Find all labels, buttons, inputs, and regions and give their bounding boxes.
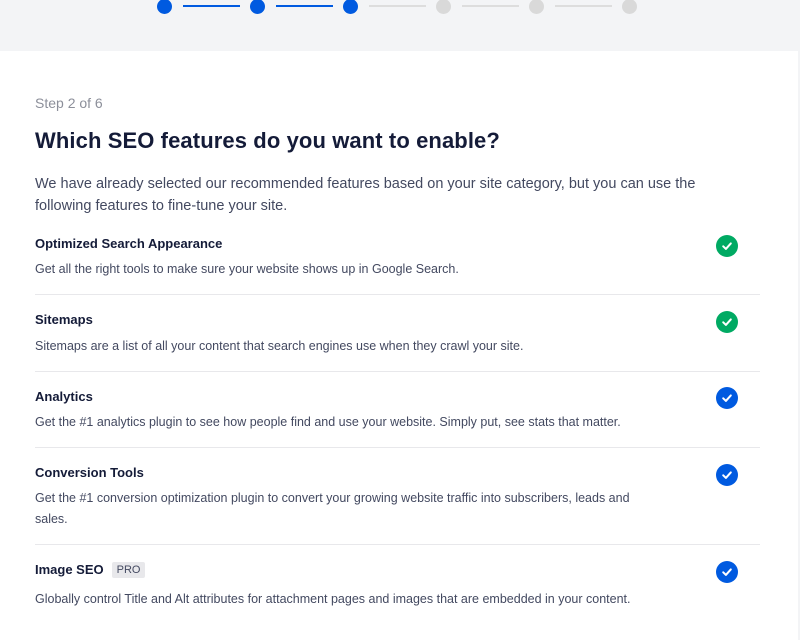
feature-description: Get all the right tools to make sure you… <box>35 262 459 276</box>
feature-description: Get the #1 conversion optimization plugi… <box>35 491 630 526</box>
feature-name: Sitemaps <box>35 312 93 327</box>
divider <box>35 447 760 448</box>
feature-conversion-tools[interactable]: Conversion Tools Get the #1 conversion o… <box>35 464 760 544</box>
feature-optimized-search-appearance[interactable]: Optimized Search Appearance Get all the … <box>35 235 760 295</box>
pro-badge: PRO <box>111 562 146 578</box>
page-description: We have already selected our recommended… <box>35 176 696 214</box>
divider <box>35 371 760 372</box>
divider <box>35 544 760 545</box>
feature-name-text: Image SEO <box>35 562 104 577</box>
feature-name: Optimized Search Appearance <box>35 236 223 251</box>
feature-description: Get the #1 analytics plugin to see how p… <box>35 415 621 429</box>
divider <box>35 294 760 295</box>
feature-sitemaps[interactable]: Sitemaps Sitemaps are a list of all your… <box>35 311 760 371</box>
step-6-dot <box>622 0 637 14</box>
step-connector-2 <box>276 5 333 7</box>
checkmark-icon[interactable] <box>716 464 738 486</box>
step-3-dot <box>343 0 358 14</box>
step-4-dot <box>436 0 451 14</box>
step-label: Step 2 of 6 <box>35 95 103 111</box>
checkmark-icon[interactable] <box>716 235 738 257</box>
step-connector-5 <box>555 5 612 7</box>
feature-name: Image SEO PRO <box>35 562 146 578</box>
step-connector-3 <box>369 5 426 7</box>
page-title: Which SEO features do you want to enable… <box>35 128 500 153</box>
feature-name: Analytics <box>35 389 93 404</box>
feature-description: Globally control Title and Alt attribute… <box>35 592 631 606</box>
checkmark-icon[interactable] <box>716 387 738 409</box>
step-connector-1 <box>183 5 240 7</box>
step-connector-4 <box>462 5 519 7</box>
checkmark-icon[interactable] <box>716 311 738 333</box>
step-5-dot <box>529 0 544 14</box>
checkmark-icon[interactable] <box>716 561 738 583</box>
feature-name: Conversion Tools <box>35 465 144 480</box>
setup-card: Step 2 of 6 Which SEO features do you wa… <box>0 51 798 640</box>
wizard-stepper <box>0 0 800 50</box>
feature-image-seo[interactable]: Image SEO PRO Globally control Title and … <box>35 561 760 640</box>
step-1-dot <box>157 0 172 14</box>
step-2-dot <box>250 0 265 14</box>
feature-description: Sitemaps are a list of all your content … <box>35 339 524 353</box>
feature-analytics[interactable]: Analytics Get the #1 analytics plugin to… <box>35 387 760 448</box>
